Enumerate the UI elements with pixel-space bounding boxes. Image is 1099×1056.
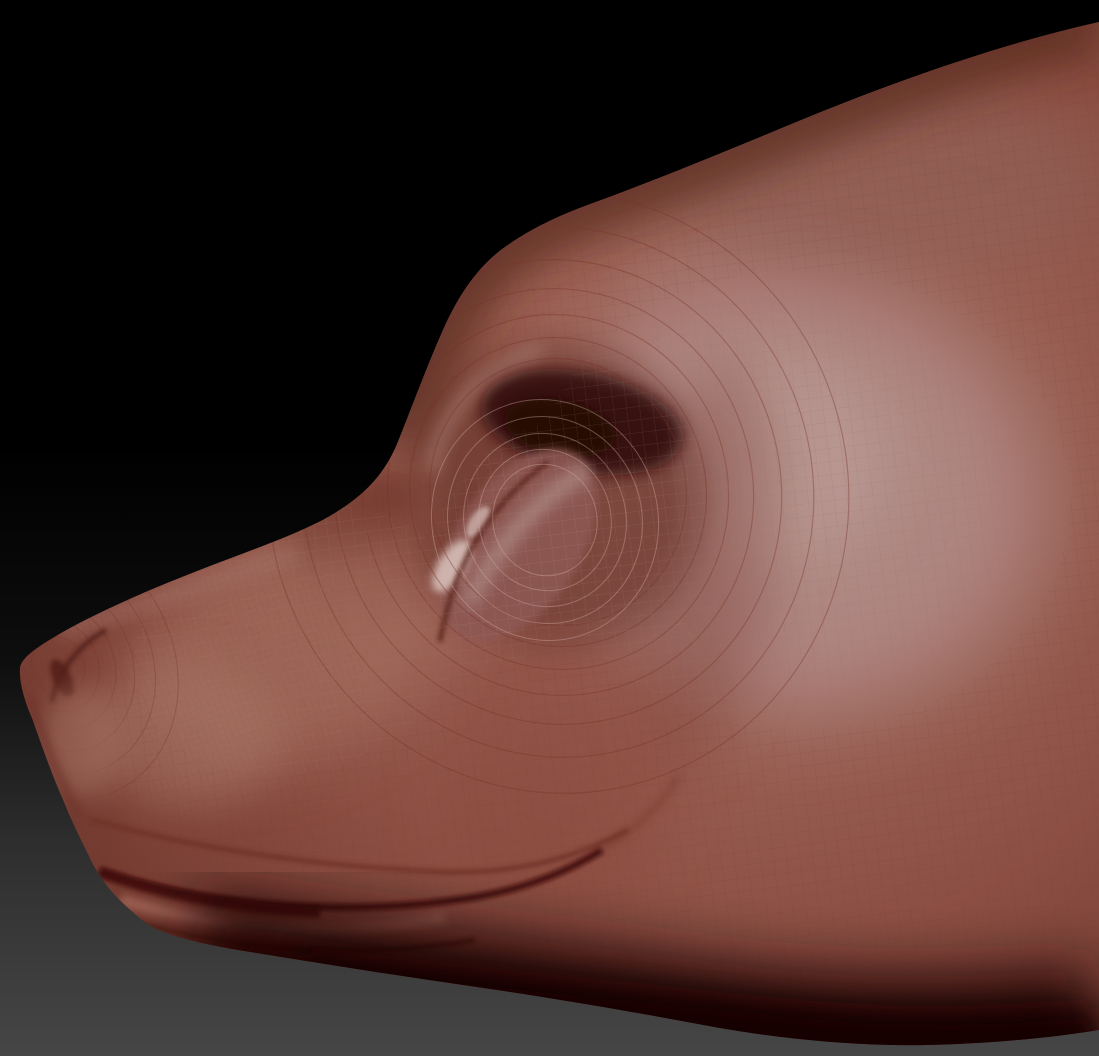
sculpt-canvas[interactable] xyxy=(0,0,1099,1056)
